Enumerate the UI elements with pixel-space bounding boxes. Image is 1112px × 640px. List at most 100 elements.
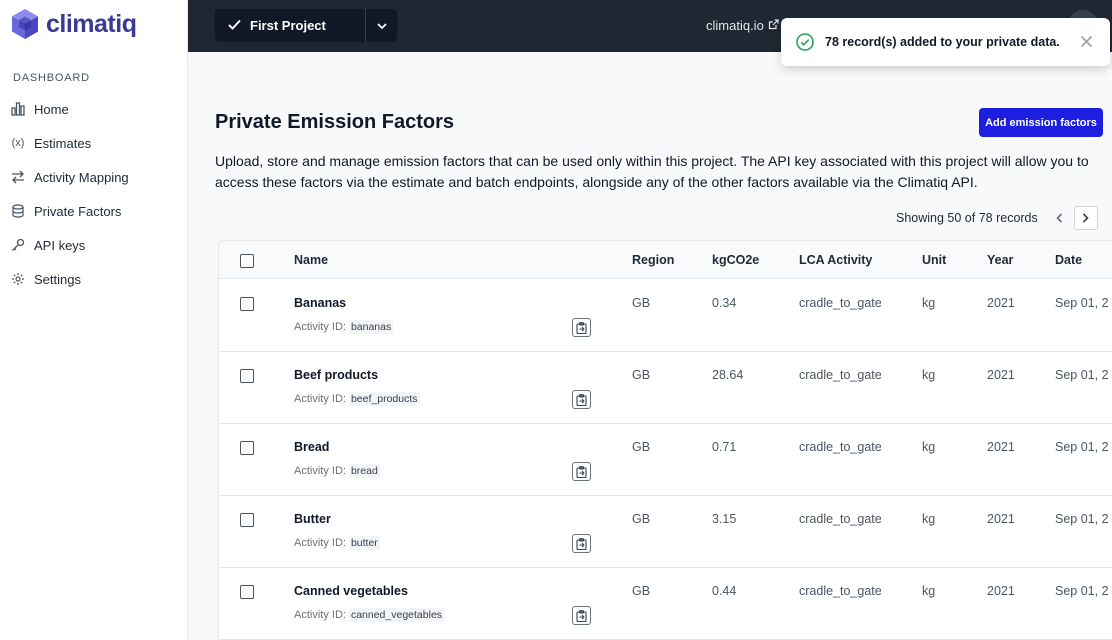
copy-activity-id-button[interactable]	[572, 462, 591, 481]
lca-activity-cell: cradle_to_gate	[799, 440, 882, 454]
year-cell: 2021	[987, 368, 1015, 382]
factor-name[interactable]: Bread	[294, 440, 329, 454]
activity-id: Activity ID: beef_products	[294, 392, 420, 406]
column-header-date[interactable]: Date	[1055, 253, 1082, 267]
variable-icon: (x)	[11, 137, 25, 149]
table-row[interactable]: Butter Activity ID: butter GB 3.15 cradle…	[219, 496, 1112, 568]
row-checkbox[interactable]	[240, 297, 254, 311]
select-all-checkbox[interactable]	[240, 254, 254, 268]
copy-activity-id-button[interactable]	[572, 390, 591, 409]
chevron-left-icon	[1056, 213, 1063, 223]
unit-cell: kg	[922, 584, 936, 598]
kgco2e-cell: 3.15	[712, 512, 737, 526]
row-checkbox[interactable]	[240, 369, 254, 383]
lca-activity-cell: cradle_to_gate	[799, 512, 882, 526]
add-emission-factors-button[interactable]: Add emission factors	[979, 108, 1103, 137]
region-cell: GB	[632, 296, 651, 310]
column-header-kgco2e[interactable]: kgCO2e	[712, 253, 759, 267]
date-cell: Sep 01, 2	[1055, 584, 1109, 598]
database-icon	[10, 203, 26, 219]
activity-id: Activity ID: bread	[294, 464, 380, 478]
activity-id-label: Activity ID:	[294, 609, 346, 621]
factor-name[interactable]: Canned vegetables	[294, 584, 408, 598]
region-cell: GB	[632, 584, 651, 598]
activity-id-value: bread	[348, 464, 380, 478]
date-cell: Sep 01, 2	[1055, 512, 1109, 526]
activity-id: Activity ID: bananas	[294, 320, 394, 334]
chevron-down-icon	[376, 17, 387, 35]
key-icon	[10, 237, 26, 253]
activity-id-value: beef_products	[348, 392, 420, 406]
sidebar-item-label: Settings	[34, 271, 81, 287]
factor-name[interactable]: Butter	[294, 512, 331, 526]
kgco2e-cell: 0.71	[712, 440, 737, 454]
project-name: First Project	[250, 18, 326, 33]
copy-activity-id-button[interactable]	[572, 318, 591, 337]
factor-name[interactable]: Bananas	[294, 296, 346, 310]
region-cell: GB	[632, 512, 651, 526]
date-cell: Sep 01, 2	[1055, 368, 1109, 382]
date-cell: Sep 01, 2	[1055, 296, 1109, 310]
sidebar-item-label: Activity Mapping	[34, 169, 129, 185]
activity-id-label: Activity ID:	[294, 393, 346, 405]
sidebar-item-estimates[interactable]: (x) Estimates	[0, 126, 187, 160]
clipboard-icon	[576, 393, 587, 406]
table-row[interactable]: Canned vegetables Activity ID: canned_veg…	[219, 568, 1112, 639]
year-cell: 2021	[987, 584, 1015, 598]
region-cell: GB	[632, 368, 651, 382]
copy-activity-id-button[interactable]	[572, 534, 591, 553]
kgco2e-cell: 0.44	[712, 584, 737, 598]
table-row[interactable]: Bread Activity ID: bread GB 0.71 cradle_t…	[219, 424, 1112, 496]
activity-id-label: Activity ID:	[294, 321, 346, 333]
column-header-region[interactable]: Region	[632, 253, 674, 267]
table-row[interactable]: Beef products Activity ID: beef_products …	[219, 352, 1112, 424]
gear-icon	[10, 271, 26, 287]
chevron-right-icon	[1083, 213, 1089, 223]
sidebar-item-private-factors[interactable]: Private Factors	[0, 194, 187, 228]
column-header-name[interactable]: Name	[294, 253, 328, 267]
kgco2e-cell: 28.64	[712, 368, 744, 382]
sidebar-item-settings[interactable]: Settings	[0, 262, 187, 296]
region-cell: GB	[632, 440, 651, 454]
toast-message: 78 record(s) added to your private data.	[825, 35, 1060, 49]
project-select-button[interactable]: First Project	[215, 9, 365, 42]
row-checkbox[interactable]	[240, 441, 254, 455]
unit-cell: kg	[922, 368, 936, 382]
sidebar-nav: Home (x) Estimates Activity Mapping Priv…	[0, 92, 187, 296]
clipboard-icon	[576, 321, 587, 334]
project-selector[interactable]: First Project	[215, 9, 397, 42]
sidebar-item-home[interactable]: Home	[0, 92, 187, 126]
unit-cell: kg	[922, 296, 936, 310]
previous-page-button[interactable]	[1048, 206, 1072, 230]
bar-chart-icon	[10, 101, 26, 117]
pagination-status: Showing 50 of 78 records	[896, 211, 1038, 225]
clipboard-icon	[576, 609, 587, 622]
external-link-icon	[768, 18, 779, 33]
sidebar-item-label: Private Factors	[34, 203, 122, 219]
sidebar-item-activity-mapping[interactable]: Activity Mapping	[0, 160, 187, 194]
copy-activity-id-button[interactable]	[572, 606, 591, 625]
row-checkbox[interactable]	[240, 585, 254, 599]
logo-text: climatiq	[46, 9, 137, 38]
logo[interactable]: climatiq	[10, 8, 137, 40]
factor-name[interactable]: Beef products	[294, 368, 378, 382]
toast-notification: 78 record(s) added to your private data.	[781, 18, 1110, 66]
page-description: Upload, store and manage emission factor…	[215, 153, 1089, 190]
column-header-year[interactable]: Year	[987, 253, 1013, 267]
project-dropdown-button[interactable]	[365, 9, 397, 42]
column-header-lca-activity[interactable]: LCA Activity	[799, 253, 872, 267]
next-page-button[interactable]	[1073, 206, 1098, 230]
logo-cube-icon	[12, 9, 38, 39]
clipboard-icon	[576, 465, 587, 478]
activity-id-value: bananas	[348, 320, 394, 334]
close-icon[interactable]	[1080, 32, 1093, 53]
row-checkbox[interactable]	[240, 513, 254, 527]
arrows-exchange-icon	[10, 169, 26, 185]
column-header-unit[interactable]: Unit	[922, 253, 946, 267]
sidebar-item-api-keys[interactable]: API keys	[0, 228, 187, 262]
activity-id: Activity ID: butter	[294, 536, 380, 550]
table-row[interactable]: Bananas Activity ID: bananas GB 0.34 crad…	[219, 280, 1112, 352]
climatiq-link[interactable]: climatiq.io	[706, 18, 779, 33]
activity-id-value: butter	[348, 536, 380, 550]
year-cell: 2021	[987, 440, 1015, 454]
